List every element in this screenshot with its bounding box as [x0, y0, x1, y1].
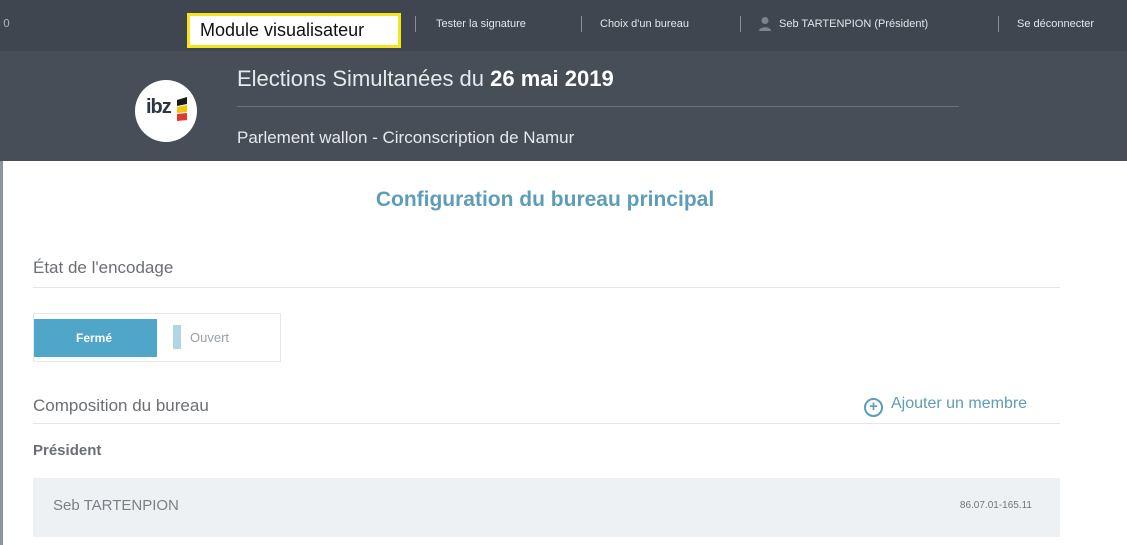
toggle-knob[interactable] — [173, 325, 181, 349]
top-navigation-bar: 0 Module visualisateur Tester la signatu… — [0, 0, 1127, 51]
election-title-prefix: Elections Simultanées du — [237, 66, 485, 91]
nav-separator — [998, 16, 999, 32]
ibz-logo: ibz — [135, 80, 197, 142]
add-member-label: Ajouter un membre — [891, 395, 1028, 412]
president-role-label: Président — [33, 442, 102, 459]
member-national-id: 86.07.01-165.11 — [959, 500, 1032, 511]
member-row[interactable]: Seb TARTENPION 86.07.01-165.11 — [33, 478, 1060, 537]
toggle-option-closed[interactable]: Fermé — [34, 319, 157, 357]
nav-separator — [740, 16, 741, 32]
content-left-border — [0, 161, 3, 545]
test-signature-link[interactable]: Tester la signature — [436, 18, 526, 30]
ibz-logo-text: ibz — [146, 96, 172, 118]
election-date: 26 mai 2019 — [490, 66, 614, 91]
election-title: Elections Simultanées du 26 mai 2019 — [237, 66, 614, 92]
page-title: Configuration du bureau principal — [375, 188, 715, 211]
member-name: Seb TARTENPION — [53, 497, 179, 514]
corner-mark: 0 — [3, 17, 10, 30]
module-visualisateur-label[interactable]: Module visualisateur — [187, 13, 401, 48]
toggle-option-open[interactable]: Ouvert — [190, 319, 229, 357]
encoding-state-heading: État de l'encodage — [33, 258, 174, 277]
section-divider — [33, 287, 1060, 288]
nav-separator — [415, 16, 416, 32]
current-user-link[interactable]: Seb TARTENPION (Président) — [779, 18, 928, 30]
nav-separator — [581, 16, 582, 32]
plus-circle-icon: + — [864, 398, 883, 417]
encoding-state-toggle[interactable]: Fermé Ouvert — [33, 313, 281, 362]
office-composition-heading: Composition du bureau — [33, 396, 209, 415]
user-icon — [759, 17, 771, 31]
add-member-button[interactable]: + Ajouter un membre — [864, 395, 1027, 417]
logout-link[interactable]: Se déconnecter — [1017, 18, 1094, 30]
header-divider — [237, 106, 959, 107]
election-header: ibz Elections Simultanées du 26 mai 2019… — [0, 51, 1127, 161]
belgian-flag-icon — [177, 97, 187, 121]
choose-office-link[interactable]: Choix d'un bureau — [600, 18, 689, 30]
election-subtitle: Parlement wallon - Circonscription de Na… — [237, 128, 575, 147]
section-divider — [33, 423, 1060, 424]
